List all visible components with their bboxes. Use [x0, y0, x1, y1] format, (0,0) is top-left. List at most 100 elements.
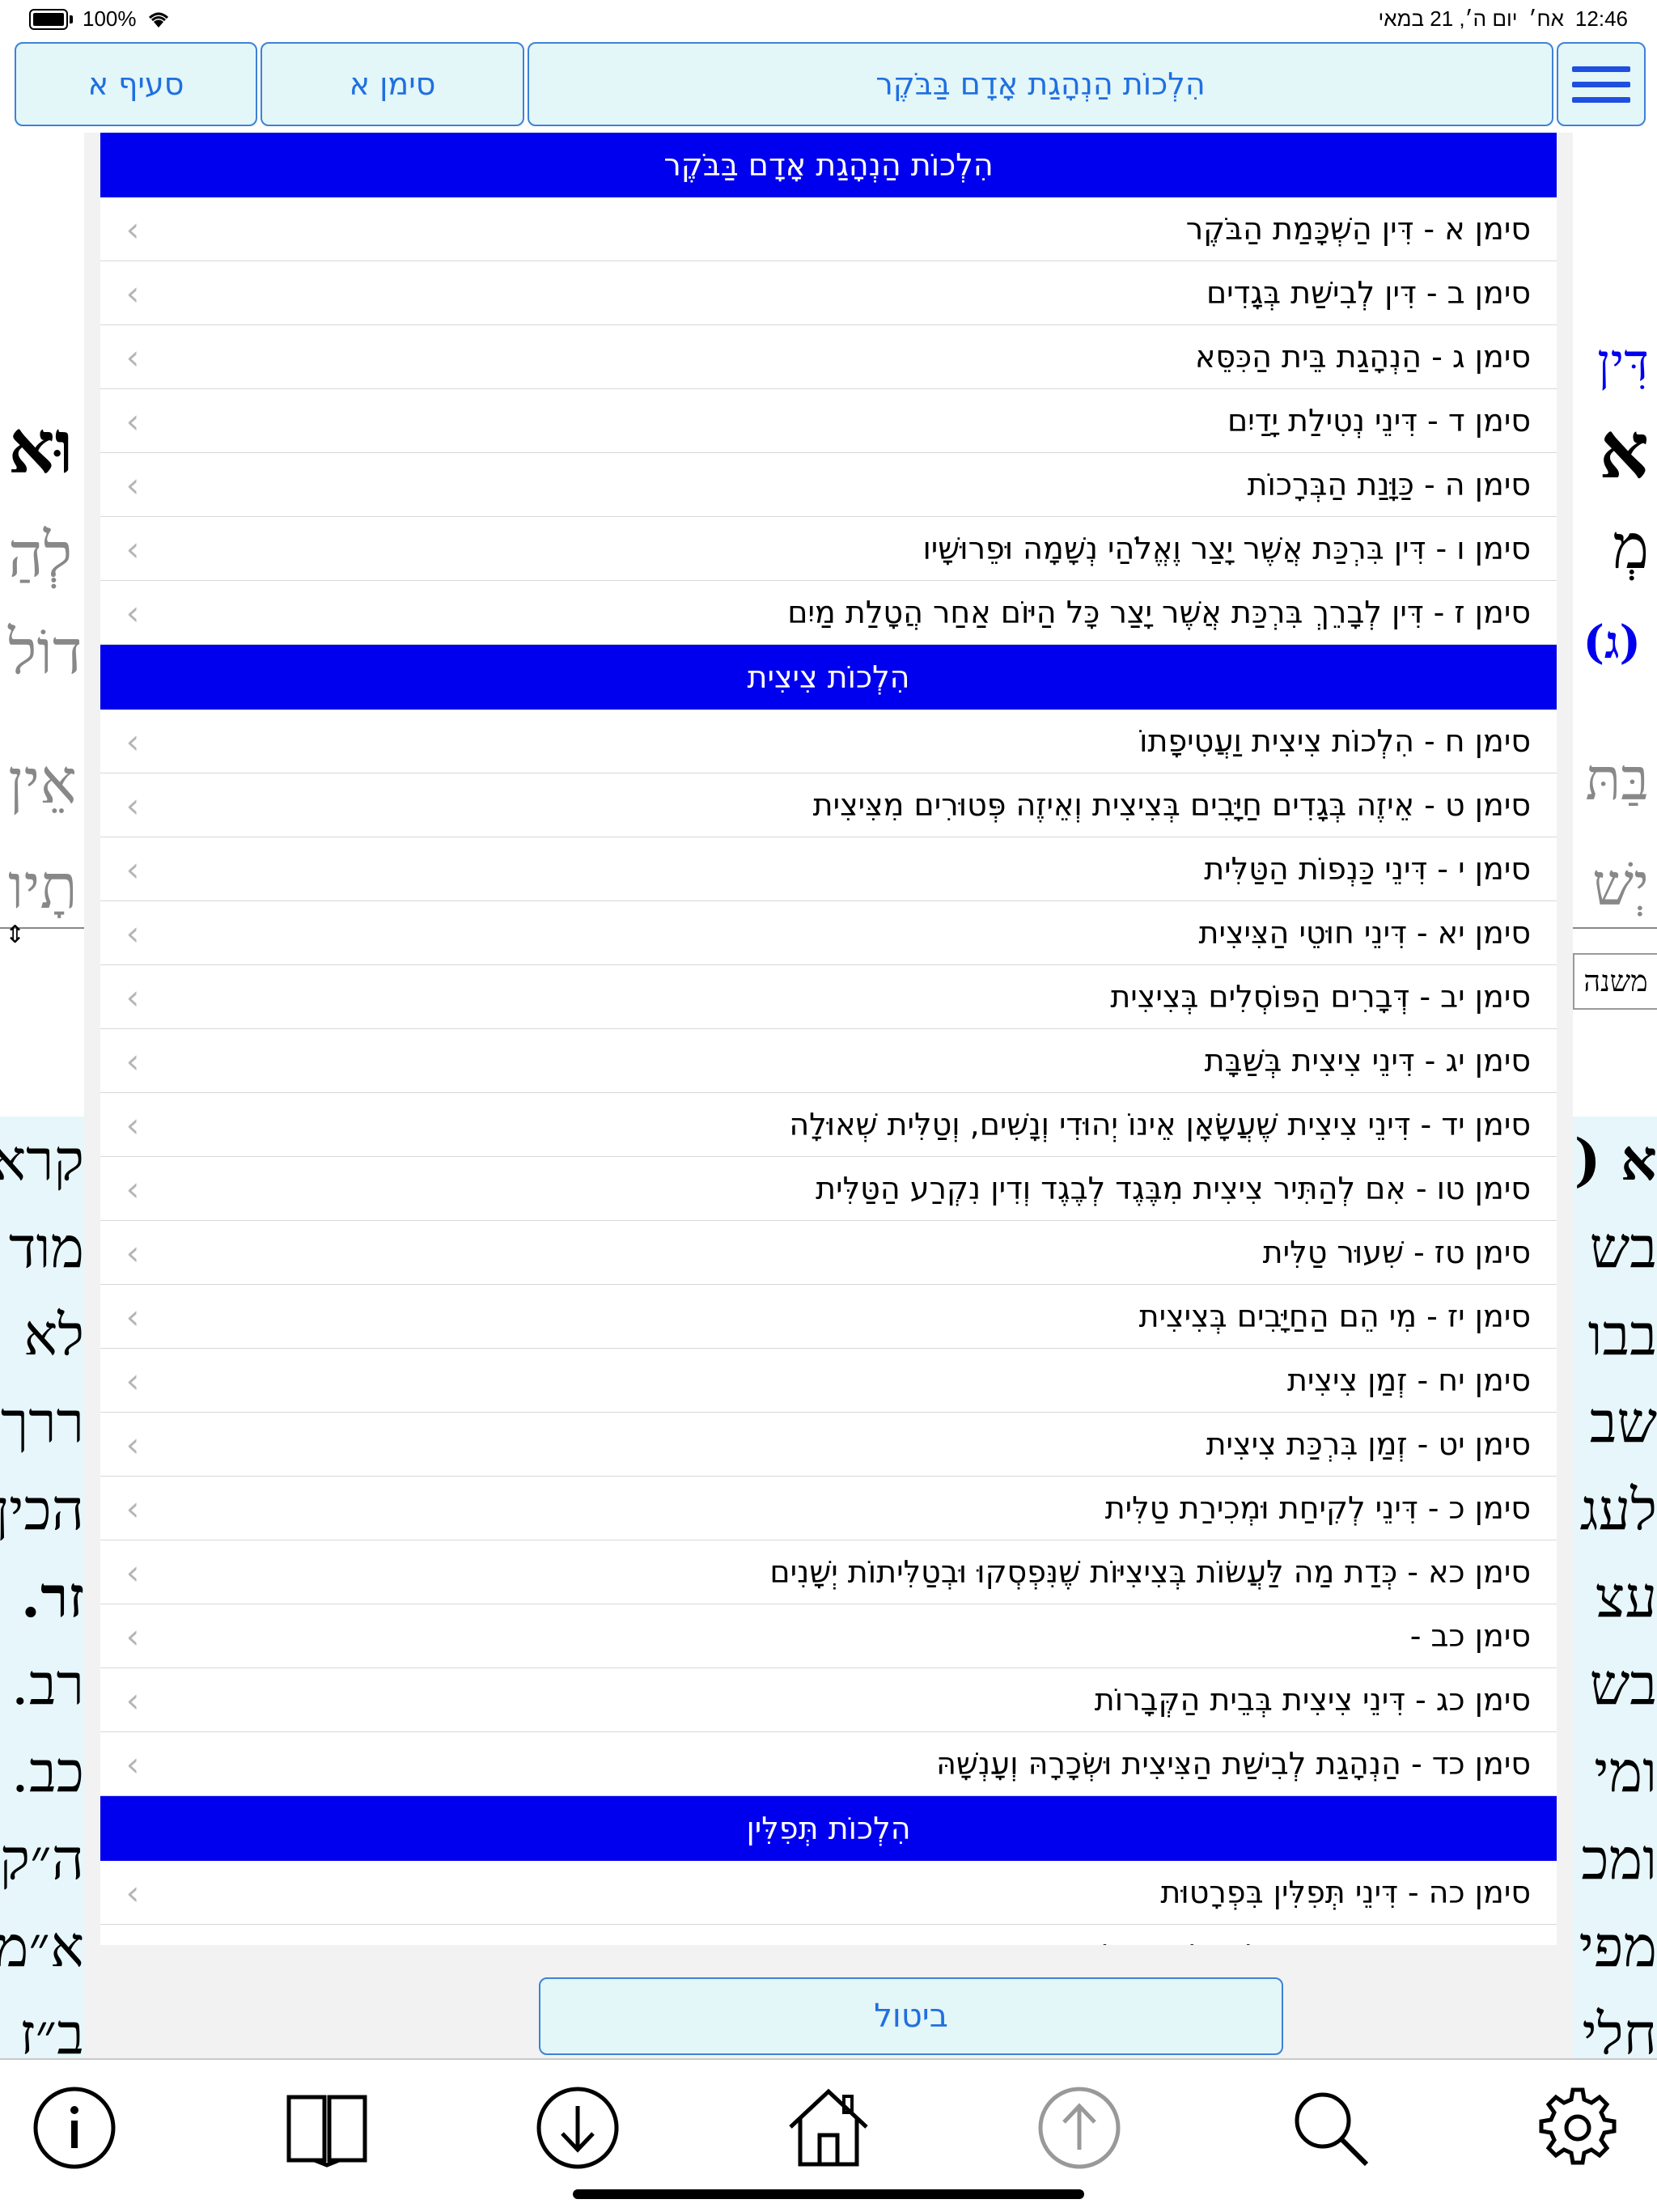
book-button[interactable]: [278, 2079, 375, 2176]
chevron-left-icon: ‹: [125, 209, 140, 249]
chevron-left-icon: ‹: [125, 1872, 140, 1913]
menu-icon-bar: [1572, 66, 1630, 72]
commentary-right-line: בש: [1589, 1214, 1657, 1281]
commentary-left-text: קרא מוד לא ררך הכין זר. רב. כב. ה״ק א״מ …: [0, 1117, 84, 2058]
top-nav: סעיף א סימן א הִלְכוֹת הַנְהָגַת אָדָם ב…: [0, 40, 1657, 131]
menu-button[interactable]: [1557, 42, 1646, 126]
siman-list[interactable]: הִלְכוֹת הַנְהָגַת אָדָם בַּבֹּקֶר ‹ סימן …: [100, 133, 1557, 1945]
bg-right-line: (ג): [1583, 616, 1641, 669]
book-icon: [286, 2095, 367, 2168]
siman-row[interactable]: ‹ סימן א - דִּין הַשְׁכָּמַת הַבֹּקֶר: [100, 197, 1557, 261]
chevron-left-icon: ‹: [125, 1744, 140, 1784]
search-icon: [1295, 2092, 1369, 2167]
battery-icon: [29, 8, 68, 30]
siman-label: סימן א - דִּין הַשְׁכָּמַת הַבֹּקֶר: [1185, 211, 1531, 247]
siman-row[interactable]: ‹ סימן יד - דִּינֵי צִיצִית שֶׁעֲשָׂאָן א…: [100, 1093, 1557, 1157]
siman-label: סימן יט - זְמַן בִּרְכַּת צִיצִית: [1206, 1426, 1531, 1462]
siman-button[interactable]: סימן א: [261, 42, 524, 126]
siman-row[interactable]: ‹ סימן ה - כַּוָּנַת הַבְּרָכוֹת: [100, 453, 1557, 517]
commentary-right-line: עצ: [1595, 1564, 1657, 1630]
commentary-right-line: ומכ: [1581, 1826, 1657, 1892]
section-header: הִלְכוֹת צִיצִית: [100, 645, 1557, 710]
settings-button[interactable]: [1529, 2079, 1626, 2176]
siman-row[interactable]: ‹ סימן ג - הַנְהָגַת בֵּית הַכִּסֵּא: [100, 325, 1557, 389]
siman-label: סימן יא - דִּינֵי חוּטֵי הַצִּיצִית: [1198, 915, 1532, 951]
bg-right-line: יְשׁ: [1592, 850, 1649, 918]
siman-label: סימן כו - דִּין מִי שֶׁאֵין לוֹ אֶלָּא ת…: [165, 1939, 1557, 1945]
chevron-left-icon: ‹: [125, 592, 140, 633]
siman-label: סימן כה - דִּינֵי תְּפִלִּין בִּפְרָטוּת: [1160, 1875, 1531, 1910]
siman-row[interactable]: ‹ סימן כד - הַנְהָגַת לְבִישַׁת הַצִּיצִי…: [100, 1732, 1557, 1796]
cancel-button[interactable]: ביטול: [539, 1977, 1283, 2055]
chevron-left-icon: ‹: [125, 528, 140, 569]
bg-left-line: לְהַ: [8, 519, 73, 591]
arrow-down-icon: [536, 2087, 619, 2169]
home-button[interactable]: [780, 2079, 877, 2176]
siman-row[interactable]: ‹ סימן ב - דִּין לְבִישַׁת בְּגָדִים: [100, 261, 1557, 325]
bg-left-line: וּא: [8, 405, 74, 490]
siman-row[interactable]: ‹ סימן ז - דִּין לְבָרֵךְ בִּרְכַּת אֲשֶׁ…: [100, 581, 1557, 645]
siman-label: סימן כב -: [1409, 1618, 1531, 1654]
mishna-tab[interactable]: משנה: [1573, 953, 1657, 1010]
commentary-left-line: זר.: [20, 1563, 84, 1630]
siman-row[interactable]: ‹סימן כו - דִּין מִי שֶׁאֵין לוֹ אֶלָּא …: [100, 1925, 1557, 1945]
siman-label: סימן י - דִּינֵי כַּנְפוֹת הַטַּלִּית: [1204, 851, 1531, 887]
siman-label: סימן ח - הִלְכוֹת צִיצִית וַעֲטִיפָתוֹ: [1139, 723, 1531, 759]
arrow-up-icon: [1038, 2087, 1121, 2169]
siman-row[interactable]: ‹ סימן יא - דִּינֵי חוּטֵי הַצִּיצִית: [100, 901, 1557, 965]
bg-left-line: תָיו: [8, 850, 78, 922]
siman-row[interactable]: ‹ סימן כה - דִּינֵי תְּפִלִּין בִּפְרָטוּ…: [100, 1861, 1557, 1925]
siman-row[interactable]: ‹ סימן יט - זְמַן בִּרְכַּת צִיצִית: [100, 1413, 1557, 1477]
siman-row[interactable]: ‹ סימן ח - הִלְכוֹת צִיצִית וַעֲטִיפָתוֹ: [100, 710, 1557, 773]
book-title-button[interactable]: הִלְכוֹת הַנְהָגַת אָדָם בַּבֹּקֶר: [528, 42, 1553, 126]
info-icon: [33, 2087, 116, 2169]
status-time: 12:46: [1574, 6, 1628, 31]
commentary-right-line: ומי: [1594, 1739, 1657, 1805]
siman-row[interactable]: ‹ סימן ט - אֵיזֶה בְּגָדִים חַיָּבִים בְּ…: [100, 773, 1557, 837]
chevron-left-icon: ‹: [125, 1168, 140, 1209]
commentary-left-line: כב.: [11, 1739, 84, 1805]
siman-row[interactable]: ‹ סימן י - דִּינֵי כַּנְפוֹת הַטַּלִּית: [100, 837, 1557, 901]
siman-row[interactable]: ‹ סימן כב -: [100, 1604, 1557, 1668]
siman-row[interactable]: ‹ סימן יב - דְּבָרִים הַפּוֹסְלִים בְּצִי…: [100, 965, 1557, 1029]
chevron-left-icon: ‹: [125, 1360, 140, 1401]
commentary-left-line: ב״ז: [19, 2001, 84, 2058]
chevron-left-icon: ‹: [125, 1424, 140, 1464]
siman-label: סימן טו - אִם לְהַתִּיר צִיצִית מִבֶּגֶד…: [816, 1171, 1531, 1206]
siman-row[interactable]: ‹ סימן כג - דִּינֵי צִיצִית בְּבֵית הַקְּ…: [100, 1668, 1557, 1732]
siman-picker-modal: הִלְכוֹת הַנְהָגַת אָדָם בַּבֹּקֶר ‹ סימן …: [84, 133, 1573, 2058]
siman-row[interactable]: ‹ סימן כא - כְּדַת מַה לַּעֲשׂוֹת בְּצִיצ…: [100, 1540, 1557, 1604]
siman-row[interactable]: ‹ סימן יג - דִּינֵי צִיצִית בְּשַׁבָּת: [100, 1029, 1557, 1093]
siman-label: סימן ה - כַּוָּנַת הַבְּרָכוֹת: [1247, 467, 1531, 502]
previous-button[interactable]: [1031, 2079, 1128, 2176]
bg-right-line: בַּתּ: [1585, 745, 1649, 813]
siman-label: סימן כא - כְּדַת מַה לַּעֲשׂוֹת בְּצִיצִ…: [769, 1554, 1531, 1590]
siman-row[interactable]: ‹ סימן יח - זְמַן צִיצִית: [100, 1349, 1557, 1413]
commentary-right-line: שב: [1589, 1389, 1657, 1456]
siman-row[interactable]: ‹ סימן טז - שִׁעוּר טַלִּית: [100, 1221, 1557, 1285]
siman-row[interactable]: ‹ סימן יז - מִי הֵם הַחַיָּבִים בְּצִיצִי…: [100, 1285, 1557, 1349]
status-left: 100%: [29, 6, 171, 32]
next-button[interactable]: [529, 2079, 626, 2176]
search-button[interactable]: [1282, 2079, 1379, 2176]
info-button[interactable]: [26, 2079, 123, 2176]
bg-right-line: מְ: [1612, 511, 1649, 583]
siman-label: סימן ד - דִּינֵי נְטִילַת יָדַיִם: [1227, 403, 1531, 439]
commentary-right-line: בש: [1589, 1651, 1657, 1718]
chevron-left-icon: ‹: [125, 337, 140, 377]
chevron-left-icon: ‹: [125, 785, 140, 825]
siman-row[interactable]: ‹ סימן כ - דִּינֵי לְקִיחַת וּמְכִירַת טַ…: [100, 1477, 1557, 1540]
chevron-left-icon: ‹: [125, 1680, 140, 1720]
commentary-right-line: מפי: [1579, 1913, 1657, 1980]
commentary-left-line: ה״ק: [0, 1826, 84, 1892]
bg-right-line: א: [1599, 405, 1649, 496]
status-right: 12:46 אח׳ יום ה׳, 21 במאי: [1379, 6, 1628, 32]
siman-label: סימן כד - הַנְהָגַת לְבִישַׁת הַצִּיצִית…: [936, 1746, 1531, 1782]
chevron-left-icon: ‹: [125, 464, 140, 505]
siman-label: סימן כ - דִּינֵי לְקִיחַת וּמְכִירַת טַל…: [1104, 1490, 1531, 1526]
siman-row[interactable]: ‹ סימן טו - אִם לְהַתִּיר צִיצִית מִבֶּגֶ…: [100, 1157, 1557, 1221]
siman-row[interactable]: ‹ סימן ד - דִּינֵי נְטִילַת יָדַיִם: [100, 389, 1557, 453]
siman-row[interactable]: ‹ סימן ו - דִּין בִּרְכַּת אֲשֶׁר יָצַר ו…: [100, 517, 1557, 581]
seif-button[interactable]: סעיף א: [15, 42, 257, 126]
chevron-left-icon: ‹: [125, 1104, 140, 1145]
